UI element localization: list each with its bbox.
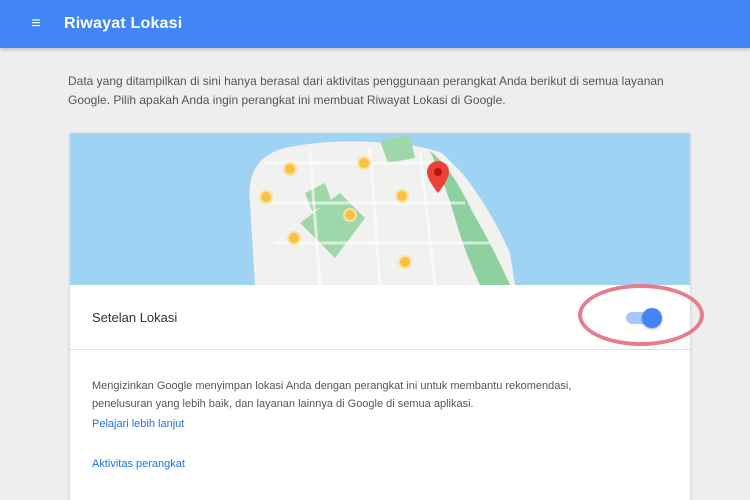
- place-marker: [395, 189, 409, 203]
- place-marker: [259, 190, 273, 204]
- place-marker: [343, 208, 357, 222]
- page-title: Riwayat Lokasi: [64, 15, 183, 32]
- intro-text: Data yang ditampilkan di sini hanya bera…: [68, 74, 664, 107]
- location-setting-row[interactable]: Setelan Lokasi: [70, 285, 690, 350]
- map-image: [70, 133, 690, 285]
- location-description: Mengizinkan Google menyimpan lokasi Anda…: [92, 380, 572, 410]
- location-pin-icon: [427, 161, 449, 193]
- app-bar: ≡ Riwayat Lokasi: [0, 0, 750, 48]
- location-toggle[interactable]: [626, 308, 662, 328]
- place-marker: [357, 156, 371, 170]
- menu-icon[interactable]: ≡: [24, 12, 48, 36]
- map-illustration: [70, 133, 690, 285]
- learn-more-link[interactable]: Pelajari lebih lanjut: [92, 418, 184, 430]
- device-activity-link[interactable]: Aktivitas perangkat: [92, 458, 185, 470]
- place-marker: [287, 231, 301, 245]
- toggle-thumb: [642, 308, 662, 328]
- place-marker: [283, 162, 297, 176]
- location-setting-label: Setelan Lokasi: [92, 309, 178, 325]
- location-card: Setelan Lokasi Mengizinkan Google menyim…: [70, 133, 690, 500]
- place-marker: [398, 255, 412, 269]
